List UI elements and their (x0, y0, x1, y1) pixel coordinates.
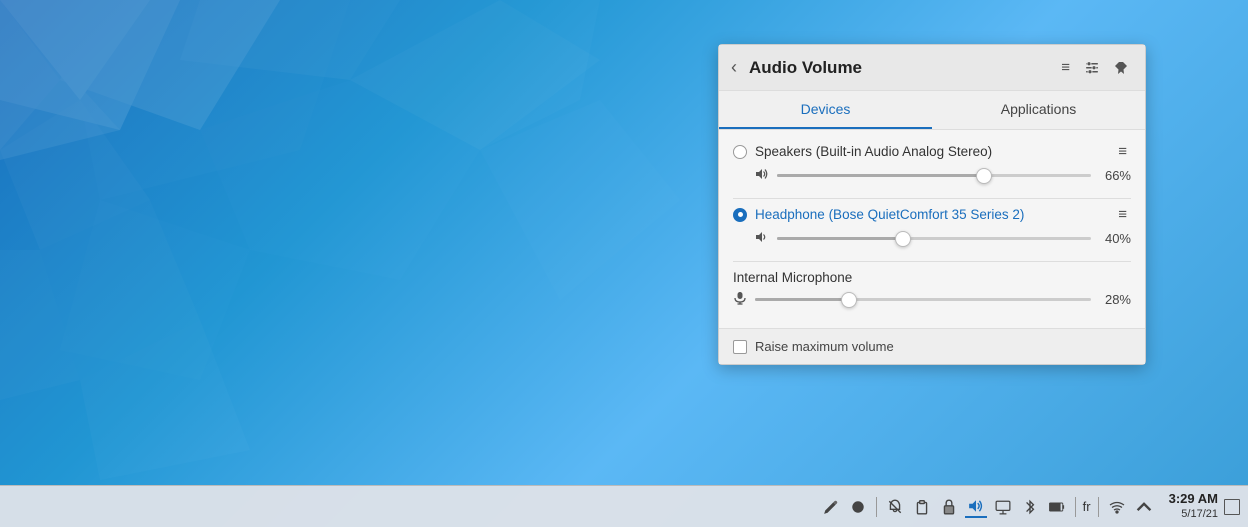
device-separator-2 (733, 261, 1131, 262)
headphone-volume-row: 40% (733, 228, 1131, 255)
pin-icon (1114, 61, 1128, 75)
raise-max-volume-label: Raise maximum volume (755, 339, 894, 354)
headphone-volume-pct: 40% (1099, 231, 1131, 246)
microphone-volume-pct: 28% (1099, 292, 1131, 307)
device-separator-1 (733, 198, 1131, 199)
audio-volume-panel: ‹ Audio Volume ≡ Devices (718, 44, 1146, 365)
panel-title: Audio Volume (749, 58, 1048, 78)
headphone-radio[interactable] (733, 208, 747, 222)
taskbar-divider-3 (1098, 497, 1099, 517)
sliders-icon (1084, 60, 1100, 76)
pencil-icon[interactable] (820, 497, 842, 517)
microphone-icon (733, 291, 747, 308)
tab-applications[interactable]: Applications (932, 91, 1145, 129)
headphone-name: Headphone (Bose QuietComfort 35 Series 2… (755, 207, 1106, 222)
taskbar-icons: fr (820, 496, 1155, 518)
speakers-volume-icon (755, 167, 769, 184)
chevron-up-icon[interactable] (1133, 497, 1155, 517)
microphone-section: Internal Microphone 28% (733, 270, 1131, 316)
header-actions: ≡ (1056, 56, 1133, 79)
taskbar: fr 3:29 AM 5/17/21 (0, 485, 1248, 527)
speakers-name: Speakers (Built-in Audio Analog Stereo) (755, 144, 1106, 159)
panel-header: ‹ Audio Volume ≡ (719, 45, 1145, 91)
speakers-header: Speakers (Built-in Audio Analog Stereo) … (733, 142, 1131, 161)
speakers-slider[interactable] (777, 168, 1091, 184)
wifi-icon[interactable] (1106, 497, 1128, 517)
language-indicator[interactable]: fr (1083, 499, 1091, 514)
raise-max-volume-checkbox[interactable] (733, 340, 747, 354)
circle-icon[interactable] (847, 497, 869, 517)
speakers-volume-row: 66% (733, 165, 1131, 192)
microphone-volume-row: 28% (733, 289, 1131, 316)
headphone-volume-icon (755, 230, 769, 247)
panel-footer: Raise maximum volume (719, 328, 1145, 364)
speakers-menu-button[interactable]: ≡ (1114, 142, 1131, 161)
taskbar-divider-2 (1075, 497, 1076, 517)
microphone-fill (755, 298, 849, 301)
desktop-decoration (0, 0, 720, 485)
tabs-container: Devices Applications (719, 91, 1145, 130)
speakers-fill (777, 174, 984, 177)
volume-icon[interactable] (965, 496, 987, 518)
clock-date: 5/17/21 (1169, 508, 1218, 521)
microphone-name: Internal Microphone (733, 270, 1131, 285)
panel-content: Speakers (Built-in Audio Analog Stereo) … (719, 130, 1145, 328)
speakers-thumb[interactable] (976, 168, 992, 184)
speakers-radio[interactable] (733, 145, 747, 159)
raise-max-volume-row: Raise maximum volume (733, 339, 1131, 354)
settings-button[interactable] (1079, 57, 1105, 79)
clock: 3:29 AM 5/17/21 (1169, 491, 1218, 521)
pin-button[interactable] (1109, 58, 1133, 78)
back-button[interactable]: ‹ (727, 55, 741, 80)
bell-slash-icon[interactable] (884, 497, 906, 517)
menu-button[interactable]: ≡ (1056, 56, 1075, 79)
clock-time: 3:29 AM (1169, 491, 1218, 508)
headphone-slider[interactable] (777, 231, 1091, 247)
taskbar-divider-1 (876, 497, 877, 517)
headphone-menu-button[interactable]: ≡ (1114, 205, 1131, 224)
headphone-fill (777, 237, 903, 240)
show-desktop-button[interactable] (1224, 499, 1240, 515)
device-speakers: Speakers (Built-in Audio Analog Stereo) … (733, 142, 1131, 192)
bluetooth-icon[interactable] (1019, 497, 1041, 517)
microphone-slider[interactable] (755, 292, 1091, 308)
monitor-icon[interactable] (992, 497, 1014, 517)
lock-icon[interactable] (938, 497, 960, 517)
headphone-thumb[interactable] (895, 231, 911, 247)
tab-devices[interactable]: Devices (719, 91, 932, 129)
speakers-volume-pct: 66% (1099, 168, 1131, 183)
device-headphone: Headphone (Bose QuietComfort 35 Series 2… (733, 205, 1131, 255)
headphone-header: Headphone (Bose QuietComfort 35 Series 2… (733, 205, 1131, 224)
clipboard-icon[interactable] (911, 497, 933, 517)
battery-icon[interactable] (1046, 497, 1068, 517)
microphone-thumb[interactable] (841, 292, 857, 308)
